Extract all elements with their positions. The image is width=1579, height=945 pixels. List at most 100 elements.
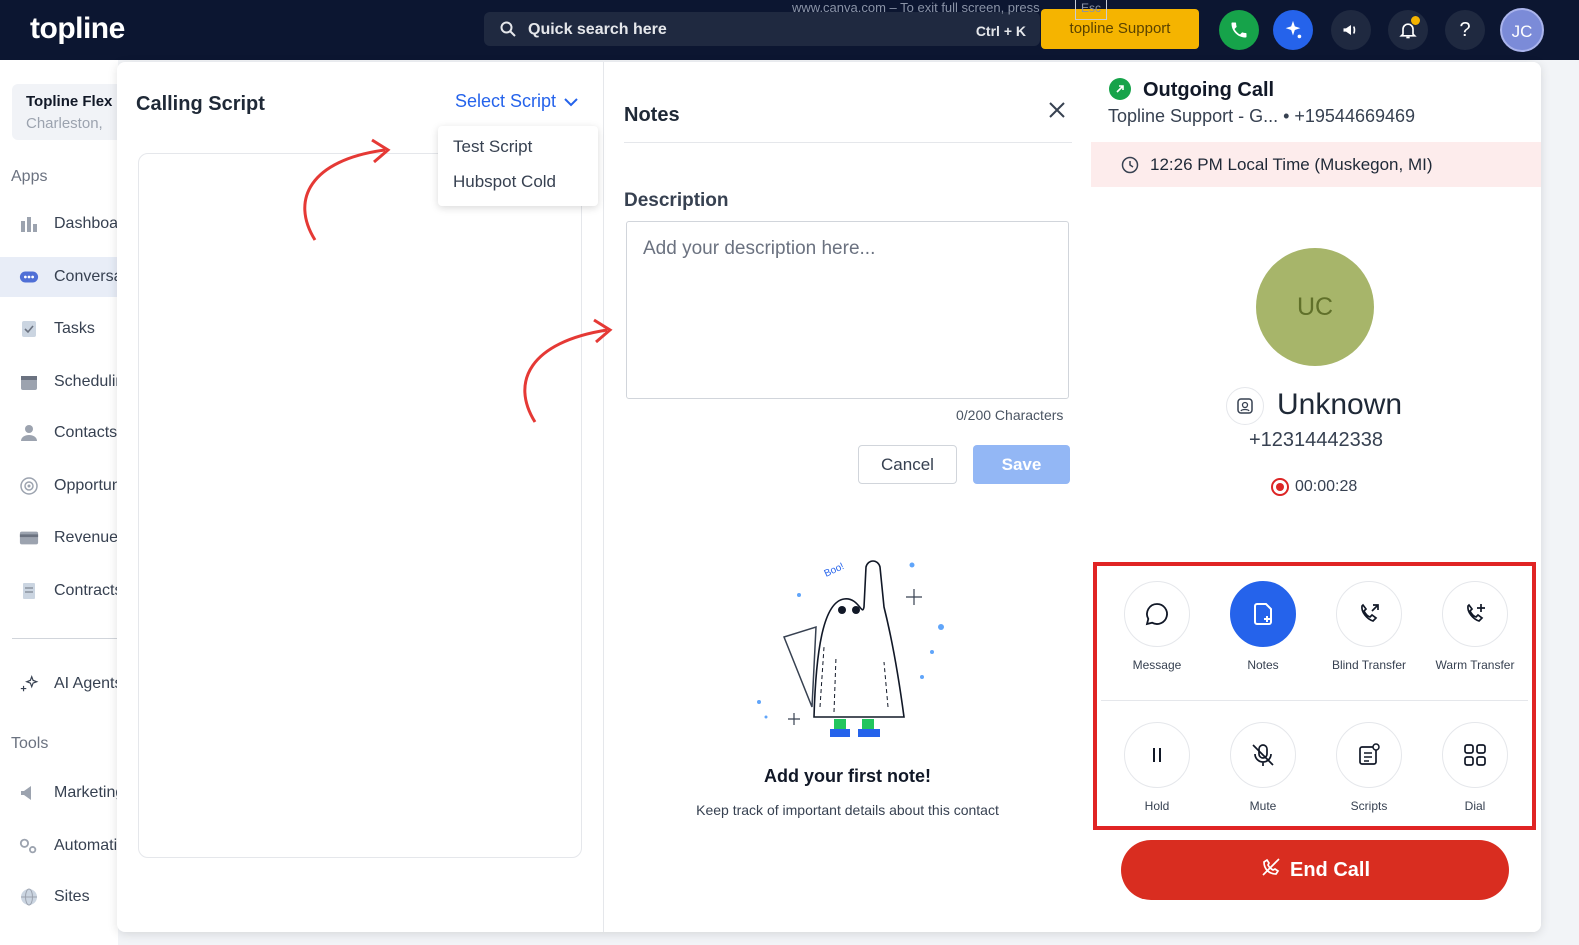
notes-panel: Notes Description 0/200 Characters Cance… (604, 62, 1091, 932)
sidebar-item-contracts[interactable]: Contracts (0, 571, 118, 611)
active-call-panel: Outgoing Call Topline Support - G... • +… (1091, 62, 1541, 932)
actions-divider (1101, 700, 1528, 701)
notes-divider (624, 142, 1072, 143)
script-option-test-script[interactable]: Test Script (453, 137, 532, 157)
sidebar-item-opportunities[interactable]: Opportunities (0, 466, 118, 506)
local-time-text: 12:26 PM Local Time (Muskegon, MI) (1150, 155, 1433, 174)
phone-icon[interactable] (1219, 10, 1259, 50)
warm-transfer-action[interactable]: Warm Transfer (1435, 581, 1515, 673)
action-label: Scripts (1350, 799, 1388, 813)
sidebar-item-label: Revenue (54, 529, 118, 546)
sidebar-item-dashboard[interactable]: Dashboard (0, 204, 118, 244)
close-icon[interactable] (1048, 100, 1066, 124)
search-bar[interactable]: Quick search here Ctrl + K (484, 12, 1040, 46)
end-call-button[interactable]: End Call (1121, 840, 1509, 900)
annotation-arrow (303, 138, 391, 241)
contact-card-icon[interactable] (1226, 387, 1264, 425)
sparkle-icon (19, 674, 39, 694)
sidebar-item-revenue[interactable]: Revenue (0, 518, 118, 558)
dial-action[interactable]: Dial (1435, 722, 1515, 814)
clock-icon (1121, 156, 1139, 179)
grid-icon (1442, 722, 1508, 788)
message-action[interactable]: Message (1117, 581, 1197, 673)
top-bar: topline Quick search here Ctrl + K topli… (0, 0, 1579, 60)
script-content-area (138, 153, 582, 858)
notes-icon (1230, 581, 1296, 647)
org-location: Charleston, (26, 115, 103, 132)
background-edge (1541, 60, 1579, 945)
search-icon (500, 21, 516, 42)
sidebar-item-marketing[interactable]: Marketing (0, 773, 118, 813)
caller-phone: +12314442338 (1248, 429, 1384, 451)
cancel-button[interactable]: Cancel (858, 445, 957, 484)
call-timer: 00:00:28 (1271, 478, 1357, 496)
sidebar-item-sites[interactable]: Sites (0, 877, 118, 917)
org-name: Topline Flex (26, 93, 113, 110)
globe-icon (19, 887, 39, 907)
scripts-action[interactable]: Scripts (1329, 722, 1409, 814)
call-timer-text: 00:00:28 (1295, 478, 1358, 495)
notes-action[interactable]: Notes (1223, 581, 1303, 673)
help-icon[interactable]: ? (1445, 10, 1485, 50)
action-label: Dial (1464, 799, 1486, 813)
empty-notes-title: Add your first note! (764, 766, 931, 786)
sidebar-item-label: Marketing (54, 784, 118, 801)
document-icon (19, 581, 39, 601)
warm-transfer-icon (1442, 581, 1508, 647)
sidebar-divider (12, 638, 118, 639)
sidebar-item-label: Automation (54, 837, 118, 854)
sidebar-item-label: Contracts (54, 582, 118, 599)
tools-section-label: Tools (11, 735, 49, 752)
action-label: Notes (1247, 658, 1279, 672)
tasks-icon (19, 319, 39, 339)
org-switcher[interactable]: Topline Flex Charleston, (12, 84, 132, 140)
dashboard-icon (19, 214, 39, 234)
sidebar-item-label: Dashboard (54, 215, 118, 232)
action-label: Hold (1144, 799, 1170, 813)
megaphone-icon[interactable] (1331, 10, 1371, 50)
mute-action[interactable]: Mute (1223, 722, 1303, 814)
action-label: Mute (1249, 799, 1277, 813)
sidebar-item-label: Sites (54, 888, 90, 905)
annotation-arrow (523, 318, 613, 423)
chat-icon (19, 267, 39, 287)
topline-support-button[interactable]: topline Support (1041, 9, 1199, 49)
end-call-label: End Call (1289, 858, 1370, 881)
search-shortcut: Ctrl + K (975, 23, 1026, 39)
description-input[interactable] (626, 221, 1069, 399)
user-avatar[interactable]: JC (1500, 8, 1544, 52)
empty-notes-subtitle: Keep track of important details about th… (696, 802, 999, 818)
recording-icon (1271, 478, 1289, 496)
sidebar-item-label: Opportunities (54, 477, 118, 494)
notes-title: Notes (624, 104, 680, 126)
description-label: Description (624, 190, 729, 211)
call-title: Outgoing Call (1143, 79, 1275, 101)
sidebar-item-tasks[interactable]: Tasks (0, 309, 118, 349)
sidebar-item-automation[interactable]: Automation (0, 826, 118, 866)
select-script-dropdown[interactable]: Select Script (455, 91, 578, 112)
sidebar-item-label: Contacts (54, 424, 118, 441)
fullscreen-note: www.canva.com – To exit full screen, pre… (792, 0, 1040, 15)
card-icon (19, 528, 39, 548)
notification-dot (1411, 16, 1420, 25)
sidebar-item-ai-agents[interactable]: AI Agents (0, 664, 118, 704)
sidebar-item-contacts[interactable]: Contacts (0, 413, 118, 453)
bell-icon[interactable] (1388, 10, 1428, 50)
topline-logo[interactable]: topline (30, 12, 125, 46)
select-script-label: Select Script (455, 91, 557, 111)
caller-avatar: UC (1256, 248, 1374, 366)
calendar-icon (19, 372, 39, 392)
sidebar-item-scheduling[interactable]: Scheduling (0, 362, 118, 402)
local-time-banner: 12:26 PM Local Time (Muskegon, MI) (1091, 142, 1541, 187)
save-button[interactable]: Save (973, 445, 1070, 484)
mic-off-icon (1230, 722, 1296, 788)
sidebar-item-conversations[interactable]: Conversations (0, 257, 118, 297)
outgoing-call-icon (1109, 78, 1131, 100)
blind-transfer-action[interactable]: Blind Transfer (1329, 581, 1409, 673)
ghost-illustration: Boo! (744, 547, 954, 752)
script-icon (1336, 722, 1402, 788)
hold-action[interactable]: Hold (1117, 722, 1197, 814)
ai-sparkle-icon[interactable] (1273, 10, 1313, 50)
apps-section-label: Apps (11, 168, 48, 185)
script-option-hubspot-cold[interactable]: Hubspot Cold (453, 172, 556, 192)
